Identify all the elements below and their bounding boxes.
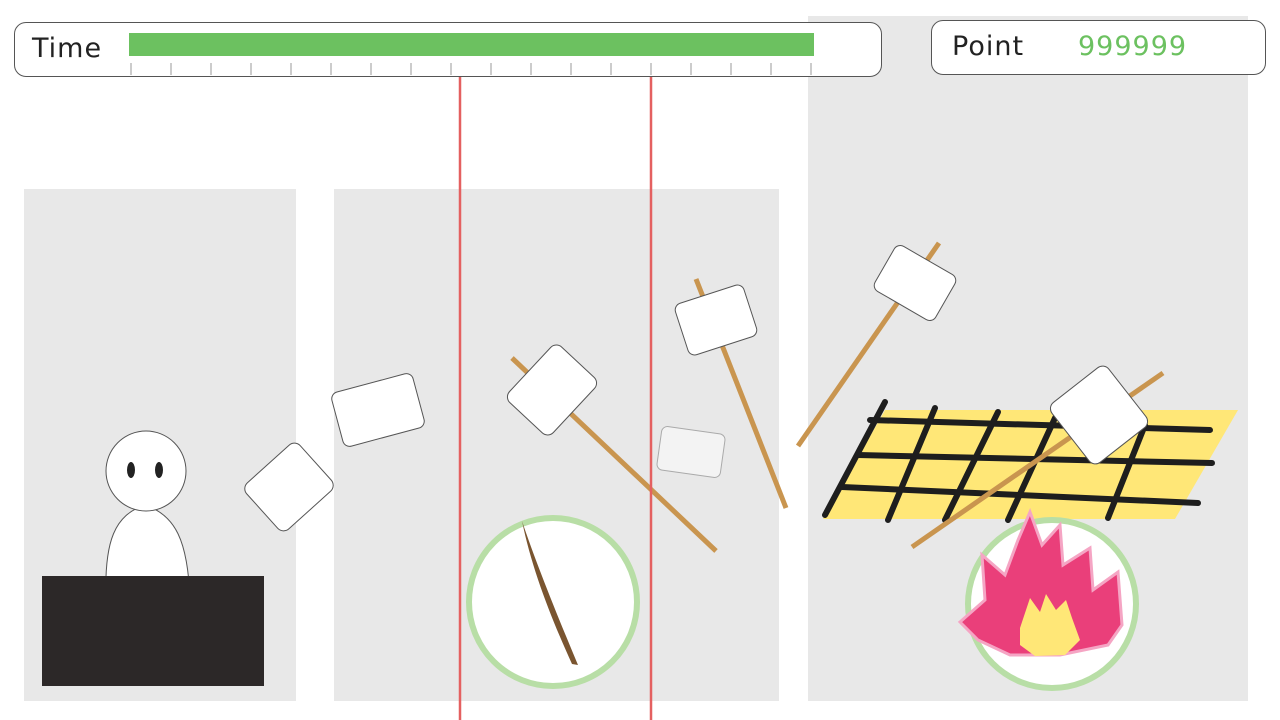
time-bar: [129, 33, 814, 56]
marshmallow-icon[interactable]: [242, 440, 337, 534]
point-value: 999999: [1078, 31, 1188, 62]
point-box: Point 999999: [931, 20, 1266, 75]
grill-net-icon: [822, 399, 1238, 523]
time-scale: [130, 63, 812, 75]
marshmallow-icon[interactable]: [330, 372, 426, 448]
counter-block: [42, 576, 264, 686]
stick-target-icon: [466, 515, 640, 689]
time-label: Time: [32, 33, 103, 64]
time-box: Time: [14, 22, 882, 77]
point-label: Point: [952, 31, 1025, 62]
fire-icon: [957, 507, 1139, 691]
person-icon: [105, 430, 191, 601]
marshmallow-icon: [656, 426, 726, 478]
game-scene: [42, 77, 1238, 720]
